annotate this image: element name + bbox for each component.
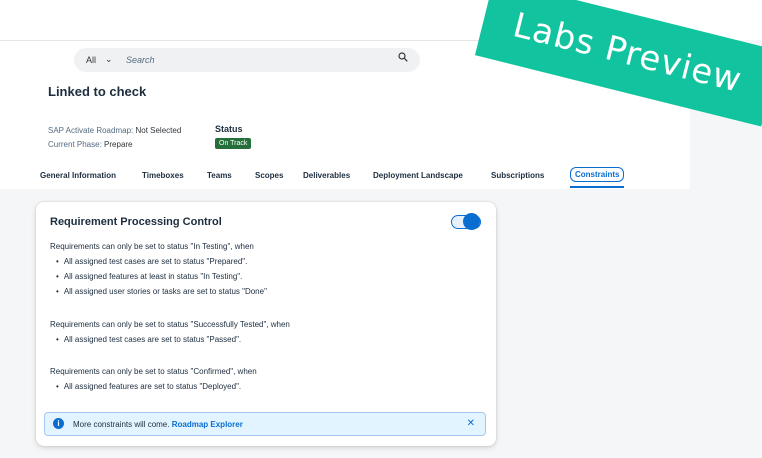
- tab-bar: General Information Timeboxes Teams Scop…: [0, 166, 690, 188]
- list-item: All assigned features at least in status…: [56, 272, 243, 281]
- tab-teams[interactable]: Teams: [207, 171, 232, 180]
- tab-scopes[interactable]: Scopes: [255, 171, 283, 180]
- info-icon: i: [53, 418, 64, 429]
- info-message: More constraints will come.: [73, 420, 170, 429]
- list-item: All assigned test cases are set to statu…: [56, 257, 248, 266]
- tab-timeboxes[interactable]: Timeboxes: [142, 171, 184, 180]
- status-label: Status: [215, 124, 243, 134]
- tab-constraints[interactable]: Constraints: [570, 167, 625, 182]
- phase-label: Current Phase:: [48, 140, 102, 149]
- toggle-knob[interactable]: [463, 213, 480, 230]
- rule-in-testing: Requirements can only be set to status "…: [50, 242, 254, 251]
- info-message-strip: i More constraints will come. Roadmap Ex…: [44, 412, 486, 436]
- roadmap-value: Not Selected: [135, 126, 182, 135]
- status-badge: On Track: [215, 138, 252, 149]
- phase-value: Prepare: [104, 140, 133, 149]
- search-input[interactable]: Search: [126, 55, 155, 65]
- requirement-processing-card: Requirement Processing Control Requireme…: [36, 202, 496, 446]
- page-title: Linked to check: [48, 84, 147, 99]
- tab-deliverables[interactable]: Deliverables: [303, 171, 350, 180]
- list-item: All assigned user stories or tasks are s…: [56, 287, 267, 296]
- search-icon[interactable]: [398, 52, 408, 62]
- info-text: More constraints will come. Roadmap Expl…: [73, 420, 243, 429]
- tab-subscriptions[interactable]: Subscriptions: [491, 171, 544, 180]
- chevron-down-icon[interactable]: ⌄: [105, 54, 113, 65]
- search-field[interactable]: All ⌄ Search: [74, 48, 420, 72]
- rule-confirmed: Requirements can only be set to status "…: [50, 367, 257, 376]
- search-scope-select[interactable]: All: [86, 55, 96, 65]
- tab-deployment-landscape[interactable]: Deployment Landscape: [373, 171, 463, 180]
- roadmap-explorer-link[interactable]: Roadmap Explorer: [172, 420, 243, 429]
- tab-general-information[interactable]: General Information: [40, 171, 116, 180]
- active-tab-indicator: [570, 186, 624, 188]
- list-item: All assigned features are set to status …: [56, 382, 241, 391]
- rule-successfully-tested: Requirements can only be set to status "…: [50, 320, 290, 329]
- card-title: Requirement Processing Control: [50, 216, 222, 228]
- list-item: All assigned test cases are set to statu…: [56, 335, 241, 344]
- phase-info: Current Phase: Prepare: [48, 140, 133, 149]
- roadmap-info: SAP Activate Roadmap: Not Selected: [48, 126, 181, 135]
- close-icon[interactable]: ✕: [467, 418, 475, 429]
- requirement-control-toggle[interactable]: [451, 213, 481, 230]
- roadmap-label: SAP Activate Roadmap:: [48, 126, 134, 135]
